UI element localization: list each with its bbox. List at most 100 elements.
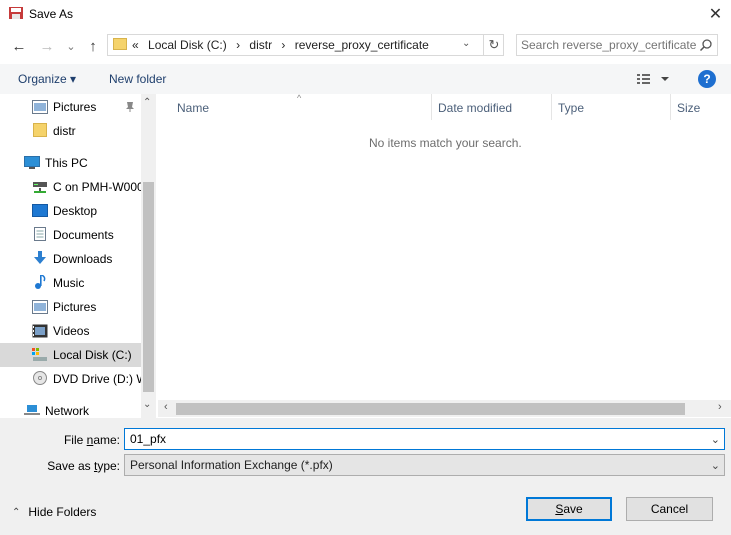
sidebar-item-label: distr	[53, 124, 76, 138]
save-as-app-icon	[9, 7, 23, 19]
dvd-drive-icon	[33, 371, 47, 385]
refresh-icon: ↻	[488, 37, 500, 52]
cancel-button[interactable]: Cancel	[626, 497, 713, 521]
address-dropdown-icon[interactable]: ⌄	[462, 38, 476, 49]
up-button[interactable]: ↑	[84, 36, 102, 56]
window-title: Save As	[29, 7, 74, 21]
chevron-down-icon[interactable]: ⌄	[711, 433, 720, 446]
breadcrumb-overflow[interactable]: «	[132, 38, 139, 52]
computer-icon	[24, 156, 40, 169]
sidebar-item-network[interactable]: Network	[0, 399, 141, 418]
save-button[interactable]: Save	[526, 497, 612, 521]
hide-folders-label: Hide Folders	[28, 505, 97, 519]
search-icon[interactable]	[699, 38, 713, 52]
save-as-type-select[interactable]: Personal Information Exchange (*.pfx) ⌄	[124, 454, 725, 476]
title-bar: Save As ✕	[0, 0, 731, 28]
change-view-icon[interactable]	[636, 71, 672, 87]
sidebar-item-videos[interactable]: Videos	[0, 319, 141, 343]
help-icon: ?	[703, 72, 711, 86]
sidebar-item-label: Music	[53, 276, 85, 290]
horizontal-scroll-thumb[interactable]	[176, 403, 685, 415]
file-name-combobox[interactable]: ⌄	[124, 428, 725, 450]
chevron-down-icon[interactable]: ⌄	[711, 459, 720, 472]
forward-arrow-icon: →	[39, 37, 55, 55]
column-divider[interactable]	[551, 94, 552, 120]
desktop-icon	[32, 204, 48, 217]
breadcrumb-separator[interactable]: ›	[281, 38, 285, 52]
command-bar: Organize ▾ New folder ?	[0, 64, 731, 94]
videos-icon	[32, 324, 48, 338]
forward-button[interactable]: →	[38, 36, 56, 56]
network-drive-icon	[33, 182, 47, 193]
organize-button[interactable]: Organize ▾	[18, 72, 76, 86]
search-input[interactable]	[521, 37, 696, 53]
new-folder-button[interactable]: New folder	[109, 72, 166, 86]
up-arrow-icon: ↑	[89, 37, 97, 55]
column-header-date-modified[interactable]: Date modified	[438, 101, 512, 115]
sidebar-item-desktop[interactable]: Desktop	[0, 199, 141, 223]
file-name-input[interactable]	[130, 431, 700, 447]
documents-icon	[34, 227, 46, 241]
column-header-size[interactable]: Size	[677, 101, 700, 115]
help-button[interactable]: ?	[698, 70, 716, 88]
downloads-icon	[34, 251, 46, 264]
navigation-scroll-thumb[interactable]	[143, 182, 154, 392]
empty-message: No items match your search.	[369, 136, 522, 150]
sidebar-item-distr[interactable]: distr	[0, 119, 141, 143]
sidebar-item-music[interactable]: Music	[0, 271, 141, 295]
close-icon: ✕	[708, 6, 723, 23]
scroll-left-icon[interactable]: ‹	[164, 401, 168, 413]
breadcrumb: « Local Disk (C:) › distr › reverse_prox…	[132, 38, 435, 52]
sidebar-item-dvd-drive[interactable]: DVD Drive (D:) W	[0, 367, 141, 391]
hide-folders-toggle[interactable]: ⌃ Hide Folders	[12, 505, 96, 519]
sidebar-item-label: Videos	[53, 324, 90, 338]
pictures-icon	[32, 100, 48, 114]
sidebar-item-pictures-quick[interactable]: Pictures	[0, 95, 141, 119]
save-as-type-value: Personal Information Exchange (*.pfx)	[130, 458, 333, 472]
back-arrow-icon: ←	[11, 37, 27, 55]
sidebar-item-label: C on PMH-W000	[53, 180, 141, 194]
column-header-type[interactable]: Type	[558, 101, 584, 115]
sidebar-item-this-pc[interactable]: This PC	[0, 151, 141, 175]
scroll-down-icon[interactable]: ⌄	[143, 399, 151, 410]
column-divider[interactable]	[431, 94, 432, 120]
chevron-down-icon: ⌄	[66, 40, 76, 53]
column-divider[interactable]	[670, 94, 671, 120]
sort-indicator-icon: ^	[297, 93, 302, 103]
pictures-icon	[32, 300, 48, 314]
address-bar[interactable]: « Local Disk (C:) › distr › reverse_prox…	[107, 34, 504, 56]
search-box[interactable]	[516, 34, 718, 56]
breadcrumb-item-reverse-proxy-certificate[interactable]: reverse_proxy_certificate	[295, 38, 429, 52]
breadcrumb-separator[interactable]: ›	[236, 38, 240, 52]
pin-icon[interactable]	[124, 101, 136, 113]
column-header-name[interactable]: Name	[177, 101, 209, 115]
scroll-right-icon[interactable]: ›	[718, 401, 722, 413]
sidebar-item-label: Documents	[53, 228, 114, 242]
network-icon	[24, 405, 40, 415]
breadcrumb-item-distr[interactable]: distr	[249, 38, 272, 52]
sidebar-item-downloads[interactable]: Downloads	[0, 247, 141, 271]
sidebar-item-label: Pictures	[53, 100, 97, 114]
sidebar-item-label: Pictures	[53, 300, 97, 314]
folder-icon	[33, 123, 47, 137]
recent-locations-button[interactable]: ⌄	[65, 36, 77, 56]
sidebar-item-local-disk[interactable]: Local Disk (C:)	[0, 343, 141, 367]
music-icon	[35, 275, 46, 289]
close-button[interactable]: ✕	[700, 0, 731, 28]
breadcrumb-item-local-disk[interactable]: Local Disk (C:)	[148, 38, 227, 52]
sidebar-item-network-drive[interactable]: C on PMH-W000	[0, 175, 141, 199]
back-button[interactable]: ←	[10, 36, 28, 56]
sidebar-item-label: Network	[45, 404, 90, 418]
refresh-button[interactable]: ↻	[483, 35, 504, 55]
save-as-type-label: Save as type:	[47, 459, 120, 473]
sidebar-item-documents[interactable]: Documents	[0, 223, 141, 247]
folder-icon	[113, 38, 127, 50]
sidebar-item-pictures[interactable]: Pictures	[0, 295, 141, 319]
sidebar-item-label: Local Disk (C:)	[53, 348, 132, 362]
sidebar-item-label: This PC	[45, 156, 88, 170]
sidebar-item-label: Desktop	[53, 204, 98, 218]
navigation-pane[interactable]: Pictures distr This PC C on PMH-W000 Des…	[0, 94, 156, 418]
sidebar-item-label: Downloads	[53, 252, 113, 266]
scroll-up-icon[interactable]: ⌃	[143, 97, 151, 108]
file-name-label: File name:	[63, 433, 120, 447]
